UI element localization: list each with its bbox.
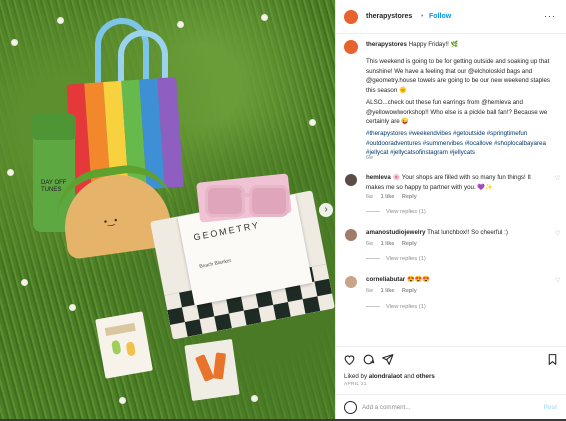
view-replies-button[interactable]: View replies (1)	[366, 209, 426, 215]
comment-username[interactable]: hemleva	[366, 174, 391, 181]
comment-meta: 6w 1 like Reply	[366, 194, 417, 200]
post-modal: DAY OFF TUNES •‿• GEOMETRY Beach Blanket	[0, 0, 566, 419]
emoji-icon[interactable]	[344, 401, 357, 414]
orange-earring-card	[184, 338, 240, 402]
caption-paragraph: ALSO...check out these fun earrings from…	[366, 99, 548, 126]
bookmark-icon[interactable]	[546, 353, 559, 366]
caption-username[interactable]: therapystores	[366, 41, 407, 48]
caption-hashtags[interactable]: #therapystores #weekendvibes #getoutside…	[366, 129, 558, 158]
daisy-flower	[12, 40, 17, 45]
daisy-flower	[262, 15, 267, 20]
share-icon[interactable]	[381, 353, 394, 366]
comment-text: That lunchbox!! So cheerful :)	[427, 229, 508, 236]
header-separator: •	[421, 13, 424, 20]
caption-line-1: therapystores Happy Friday!! 🌿	[366, 40, 558, 50]
avatar[interactable]	[345, 276, 357, 288]
like-comment-icon[interactable]: ♡	[555, 230, 560, 237]
avatar[interactable]	[344, 40, 358, 54]
earring-card	[95, 311, 153, 379]
post-photo[interactable]: DAY OFF TUNES •‿• GEOMETRY Beach Blanket	[0, 0, 335, 419]
comment-likes[interactable]: 1 like	[381, 241, 395, 247]
avatar[interactable]	[345, 174, 357, 186]
reply-button[interactable]: Reply	[402, 288, 417, 294]
comment-text: 🌸 Your shops are filled with so many fun…	[366, 174, 531, 191]
follow-button[interactable]: Follow	[429, 13, 451, 20]
comment-meta: 6w 1 like Reply	[366, 288, 417, 294]
caption-timestamp[interactable]: 6w	[366, 155, 373, 161]
reply-button[interactable]: Reply	[402, 194, 417, 200]
comment: hemleva 🌸 Your shops are filled with so …	[366, 173, 546, 192]
daisy-flower	[310, 120, 315, 125]
comment-time[interactable]: 6w	[366, 241, 373, 247]
daisy-flower	[252, 396, 257, 401]
comment-likes[interactable]: 1 like	[381, 288, 395, 294]
caption-paragraph: This weekend is going to be for getting …	[366, 58, 550, 94]
post-date[interactable]: APRIL 21	[344, 382, 367, 387]
geometry-brand-text: GEOMETRY	[192, 219, 261, 243]
post-sidebar: therapystores • Follow ··· therapystores…	[335, 0, 566, 419]
view-replies-button[interactable]: View replies (1)	[366, 256, 426, 262]
post-header: therapystores • Follow ···	[336, 0, 566, 34]
daisy-flower	[70, 305, 75, 310]
caption-greeting: Happy Friday!! 🌿	[408, 41, 459, 48]
daisy-flower	[58, 18, 63, 23]
view-replies-button[interactable]: View replies (1)	[366, 304, 426, 310]
avatar[interactable]	[344, 10, 358, 24]
daisy-flower	[120, 398, 125, 403]
next-photo-button[interactable]: ›	[319, 203, 333, 217]
comment-username[interactable]: amanostudiojewelry	[366, 229, 426, 236]
more-options-icon[interactable]: ···	[544, 11, 556, 21]
heart-icon[interactable]	[343, 353, 356, 366]
comment: amanostudiojewelry That lunchbox!! So ch…	[366, 228, 546, 238]
comment-text: 😍😍😍	[406, 276, 431, 283]
comment-time[interactable]: 6w	[366, 288, 373, 294]
liked-by-text: Liked by alondralaot and others	[344, 373, 435, 380]
card-subtitle: Beach Blanket	[198, 257, 232, 270]
reply-button[interactable]: Reply	[402, 241, 417, 247]
author-username[interactable]: therapystores	[366, 13, 412, 20]
comment-time[interactable]: 6w	[366, 194, 373, 200]
comment-username[interactable]: corneliabutar	[366, 276, 405, 283]
like-comment-icon[interactable]: ♡	[555, 277, 560, 284]
comment-icon[interactable]	[362, 353, 375, 366]
sunglasses	[205, 185, 289, 217]
like-comment-icon[interactable]: ♡	[555, 175, 560, 182]
comment: corneliabutar 😍😍😍	[366, 275, 546, 285]
liked-by-others[interactable]: others	[416, 373, 435, 380]
add-comment-bar: Add a comment... Post	[336, 394, 566, 421]
post-actions: Liked by alondralaot and others APRIL 21…	[336, 346, 566, 420]
comment-meta: 6w 1 like Reply	[366, 241, 417, 247]
avatar[interactable]	[345, 229, 357, 241]
daisy-flower	[178, 22, 183, 27]
post-comment-button[interactable]: Post	[544, 404, 557, 411]
comments-scroll-area[interactable]: therapystores Happy Friday!! 🌿 This week…	[336, 34, 566, 346]
daisy-flower	[8, 170, 13, 175]
liked-by-user[interactable]: alondralaot	[369, 373, 402, 380]
comment-likes[interactable]: 1 like	[381, 194, 395, 200]
daisy-flower	[22, 280, 27, 285]
comment-input[interactable]: Add a comment...	[362, 404, 411, 411]
